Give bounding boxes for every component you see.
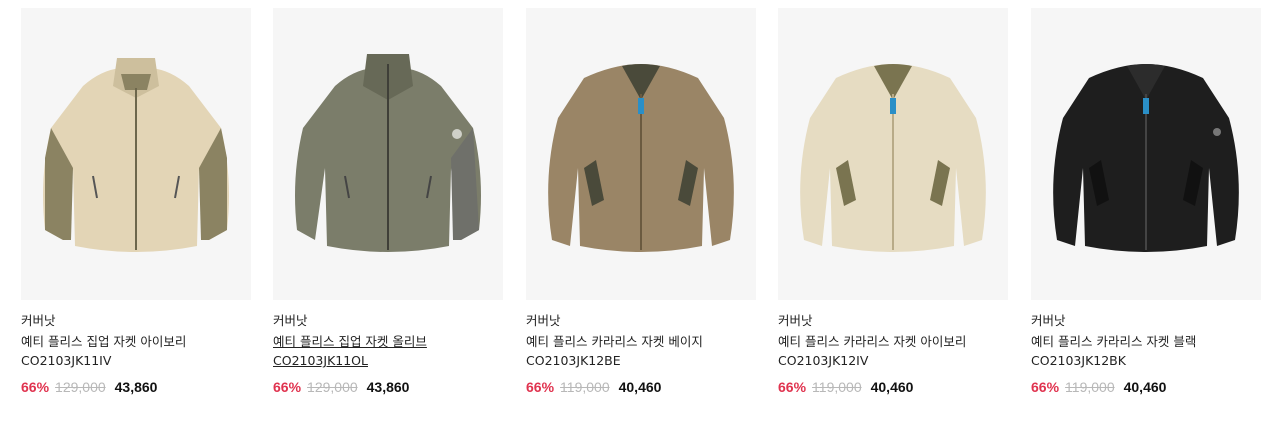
sale-price: 43,860 — [114, 379, 158, 395]
discount-rate: 66% — [1031, 379, 1060, 395]
product-card[interactable]: 커버낫 예티 플리스 카라리스 자켓 아이보리 CO2103JK12IV 66%… — [778, 8, 1008, 395]
sale-price: 40,460 — [870, 379, 914, 395]
product-grid: 커버낫 예티 플리스 집업 자켓 아이보리 CO2103JK11IV 66% 1… — [0, 0, 1267, 442]
fleece-zip-jacket-olive-image — [295, 54, 481, 252]
price-row: 66% 119,000 40,460 — [1031, 379, 1261, 395]
product-name[interactable]: 예티 플리스 카라리스 자켓 아이보리 — [778, 332, 1008, 351]
fleece-collarless-jacket-black-image — [1053, 64, 1239, 252]
discount-rate: 66% — [526, 379, 555, 395]
price-row: 66% 119,000 40,460 — [526, 379, 756, 395]
product-card[interactable]: 커버낫 예티 플리스 집업 자켓 아이보리 CO2103JK11IV 66% 1… — [21, 8, 251, 395]
product-brand[interactable]: 커버낫 — [21, 313, 251, 329]
product-name[interactable]: 예티 플리스 카라리스 자켓 베이지 — [526, 332, 756, 351]
discount-rate: 66% — [21, 379, 50, 395]
sale-price: 40,460 — [1123, 379, 1167, 395]
product-code[interactable]: CO2103JK11OL — [273, 351, 503, 370]
product-card[interactable]: 커버낫 예티 플리스 집업 자켓 올리브 CO2103JK11OL 66% 12… — [273, 8, 503, 395]
original-price: 129,000 — [55, 379, 106, 395]
product-name[interactable]: 예티 플리스 집업 자켓 올리브 — [273, 332, 503, 351]
product-brand[interactable]: 커버낫 — [273, 313, 503, 329]
fleece-collarless-jacket-beige-image — [548, 64, 734, 252]
product-code[interactable]: CO2103JK11IV — [21, 351, 251, 370]
price-row: 66% 129,000 43,860 — [21, 379, 251, 395]
discount-rate: 66% — [778, 379, 807, 395]
original-price: 119,000 — [1065, 379, 1115, 395]
product-card[interactable]: 커버낫 예티 플리스 카라리스 자켓 블랙 CO2103JK12BK 66% 1… — [1031, 8, 1261, 395]
original-price: 129,000 — [307, 379, 358, 395]
original-price: 119,000 — [812, 379, 862, 395]
product-brand[interactable]: 커버낫 — [526, 313, 756, 329]
product-image[interactable] — [1031, 8, 1261, 300]
fleece-zip-jacket-ivory-image — [43, 58, 229, 252]
product-name[interactable]: 예티 플리스 집업 자켓 아이보리 — [21, 332, 251, 351]
price-row: 66% 119,000 40,460 — [778, 379, 1008, 395]
product-name[interactable]: 예티 플리스 카라리스 자켓 블랙 — [1031, 332, 1261, 351]
sale-price: 40,460 — [618, 379, 662, 395]
sale-price: 43,860 — [366, 379, 410, 395]
product-card[interactable]: 커버낫 예티 플리스 카라리스 자켓 베이지 CO2103JK12BE 66% … — [526, 8, 756, 395]
product-brand[interactable]: 커버낫 — [1031, 313, 1261, 329]
product-image[interactable] — [21, 8, 251, 300]
product-image[interactable] — [526, 8, 756, 300]
product-code[interactable]: CO2103JK12IV — [778, 351, 1008, 370]
price-row: 66% 129,000 43,860 — [273, 379, 503, 395]
product-code[interactable]: CO2103JK12BK — [1031, 351, 1261, 370]
product-image[interactable] — [273, 8, 503, 300]
fleece-collarless-jacket-ivory-image — [800, 64, 986, 252]
original-price: 119,000 — [560, 379, 610, 395]
product-code[interactable]: CO2103JK12BE — [526, 351, 756, 370]
discount-rate: 66% — [273, 379, 302, 395]
product-image[interactable] — [778, 8, 1008, 300]
product-brand[interactable]: 커버낫 — [778, 313, 1008, 329]
